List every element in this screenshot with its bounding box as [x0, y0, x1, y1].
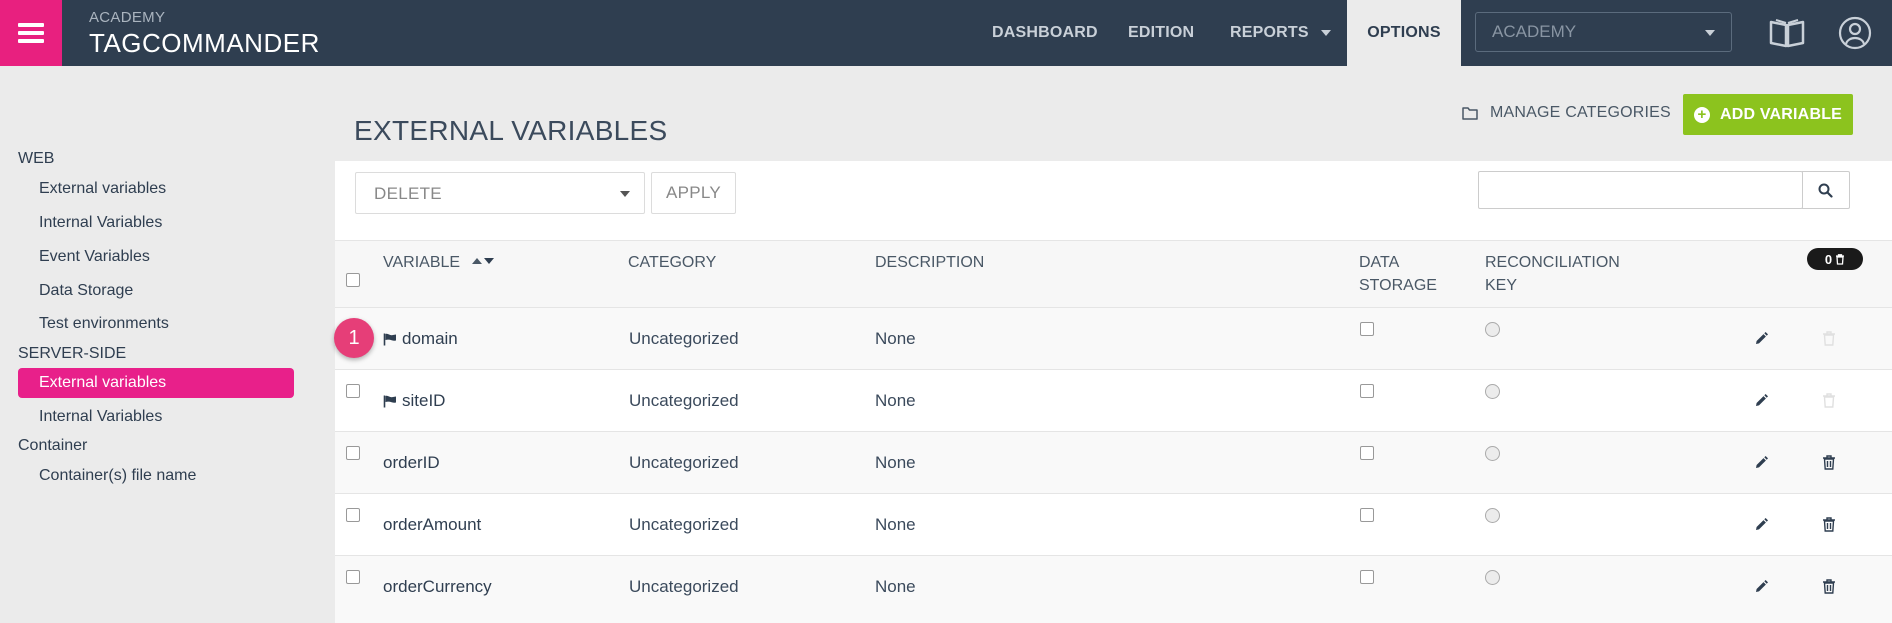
variable-category: Uncategorized: [629, 515, 739, 534]
variable-description: None: [875, 515, 916, 534]
chevron-down-icon: [620, 191, 630, 197]
trash-icon[interactable]: [1821, 578, 1837, 594]
sidebar-item-server-internal-variables[interactable]: Internal Variables: [39, 408, 162, 426]
page-title: EXTERNAL VARIABLES: [354, 115, 668, 146]
data-storage-checkbox[interactable]: [1360, 384, 1374, 398]
top-bar: ACADEMY TAGCOMMANDER DASHBOARD EDITION R…: [0, 0, 1892, 66]
reconciliation-key-radio[interactable]: [1485, 570, 1500, 585]
row-select-checkbox[interactable]: [346, 446, 360, 460]
sidebar-item-container-file-name[interactable]: Container(s) file name: [39, 467, 196, 485]
search-icon: [1818, 183, 1833, 198]
row-select-checkbox[interactable]: [346, 570, 360, 584]
add-variable-label: ADD VARIABLE: [1719, 105, 1843, 123]
select-all-checkbox[interactable]: [346, 273, 360, 287]
variable-name[interactable]: orderCurrency: [383, 577, 492, 597]
variable-description: None: [875, 329, 916, 348]
table-row: domain Uncategorized None: [335, 308, 1892, 370]
trash-count-badge[interactable]: 0: [1807, 248, 1863, 270]
account-select[interactable]: ACADEMY: [1475, 12, 1732, 52]
step-marker: 1: [334, 318, 374, 358]
table-row: orderID Uncategorized None: [335, 432, 1892, 494]
trash-icon: [1823, 393, 1835, 408]
column-header-reconciliation-key: RECONCILIATION KEY: [1485, 254, 1620, 294]
book-icon[interactable]: [1769, 16, 1805, 50]
reconciliation-key-radio[interactable]: [1485, 322, 1500, 337]
menu-icon[interactable]: [0, 0, 62, 66]
account-label: ACADEMY: [89, 9, 166, 26]
sort-icon[interactable]: [471, 256, 495, 266]
data-storage-checkbox[interactable]: [1360, 508, 1374, 522]
app-brand[interactable]: TAGCOMMANDER: [89, 28, 320, 59]
data-storage-checkbox[interactable]: [1360, 570, 1374, 584]
search-input[interactable]: [1478, 171, 1803, 209]
reconciliation-key-radio[interactable]: [1485, 384, 1500, 399]
data-storage-checkbox[interactable]: [1360, 446, 1374, 460]
edit-icon[interactable]: [1753, 393, 1769, 409]
apply-button[interactable]: APPLY: [651, 172, 736, 214]
nav-options[interactable]: OPTIONS: [1347, 0, 1461, 66]
folder-icon: [1462, 107, 1478, 120]
variable-category: Uncategorized: [629, 453, 739, 472]
bulk-action-select[interactable]: DELETE: [355, 172, 645, 214]
sidebar-heading-container: Container: [18, 437, 88, 454]
user-icon[interactable]: [1838, 16, 1872, 50]
nav-edition[interactable]: EDITION: [1128, 0, 1194, 66]
column-header-variable[interactable]: VARIABLE: [383, 251, 495, 274]
variable-description: None: [875, 577, 916, 596]
row-select-checkbox[interactable]: [346, 508, 360, 522]
sidebar-item-data-storage[interactable]: Data Storage: [39, 282, 133, 300]
sidebar-item-web-internal-variables[interactable]: Internal Variables: [39, 214, 162, 232]
data-storage-checkbox[interactable]: [1360, 322, 1374, 336]
sidebar-item-test-environments[interactable]: Test environments: [39, 315, 169, 333]
trash-icon: [1836, 253, 1845, 265]
variable-description: None: [875, 391, 916, 410]
reconciliation-key-radio[interactable]: [1485, 446, 1500, 461]
sidebar-item-web-external-variables[interactable]: External variables: [39, 180, 166, 198]
flag-icon: [383, 333, 396, 345]
variable-category: Uncategorized: [629, 391, 739, 410]
table-row: orderAmount Uncategorized None: [335, 494, 1892, 556]
variable-description: None: [875, 453, 916, 472]
column-header-description: DESCRIPTION: [875, 254, 985, 271]
variable-name[interactable]: domain: [383, 329, 458, 349]
reconciliation-key-radio[interactable]: [1485, 508, 1500, 523]
edit-icon[interactable]: [1753, 517, 1769, 533]
column-header-category: CATEGORY: [628, 254, 717, 271]
row-select-checkbox[interactable]: [346, 384, 360, 398]
search-button[interactable]: [1802, 171, 1850, 209]
sidebar-item-event-variables[interactable]: Event Variables: [39, 248, 150, 266]
manage-categories-button[interactable]: MANAGE CATEGORIES: [1462, 104, 1671, 122]
trash-icon[interactable]: [1821, 454, 1837, 470]
chevron-down-icon: [1705, 30, 1715, 36]
trash-icon[interactable]: [1821, 516, 1837, 532]
column-header-data-storage: DATA STORAGE: [1359, 254, 1437, 294]
table-row: orderCurrency Uncategorized None: [335, 556, 1892, 623]
variable-name[interactable]: orderAmount: [383, 515, 481, 535]
add-variable-button[interactable]: + ADD VARIABLE: [1683, 94, 1853, 135]
variable-name[interactable]: orderID: [383, 453, 440, 473]
edit-icon[interactable]: [1753, 579, 1769, 595]
nav-reports[interactable]: REPORTS: [1230, 0, 1331, 66]
sidebar-heading-server-side: SERVER-SIDE: [18, 345, 127, 362]
sidebar-heading-web: WEB: [18, 150, 55, 167]
trash-icon: [1823, 331, 1835, 346]
manage-categories-label: MANAGE CATEGORIES: [1490, 104, 1671, 121]
flag-icon: [383, 395, 396, 407]
variable-name[interactable]: siteID: [383, 391, 445, 411]
table-header: VARIABLE CATEGORY DESCRIPTION DATA STORA…: [335, 240, 1892, 308]
edit-icon[interactable]: [1753, 455, 1769, 471]
nav-dashboard[interactable]: DASHBOARD: [992, 0, 1098, 66]
table-row: siteID Uncategorized None: [335, 370, 1892, 432]
plus-circle-icon: +: [1693, 106, 1710, 123]
chevron-down-icon: [1320, 30, 1331, 36]
variable-category: Uncategorized: [629, 577, 739, 596]
sidebar-item-server-external-variables[interactable]: External variables: [18, 368, 294, 398]
variable-category: Uncategorized: [629, 329, 739, 348]
edit-icon[interactable]: [1753, 331, 1769, 347]
